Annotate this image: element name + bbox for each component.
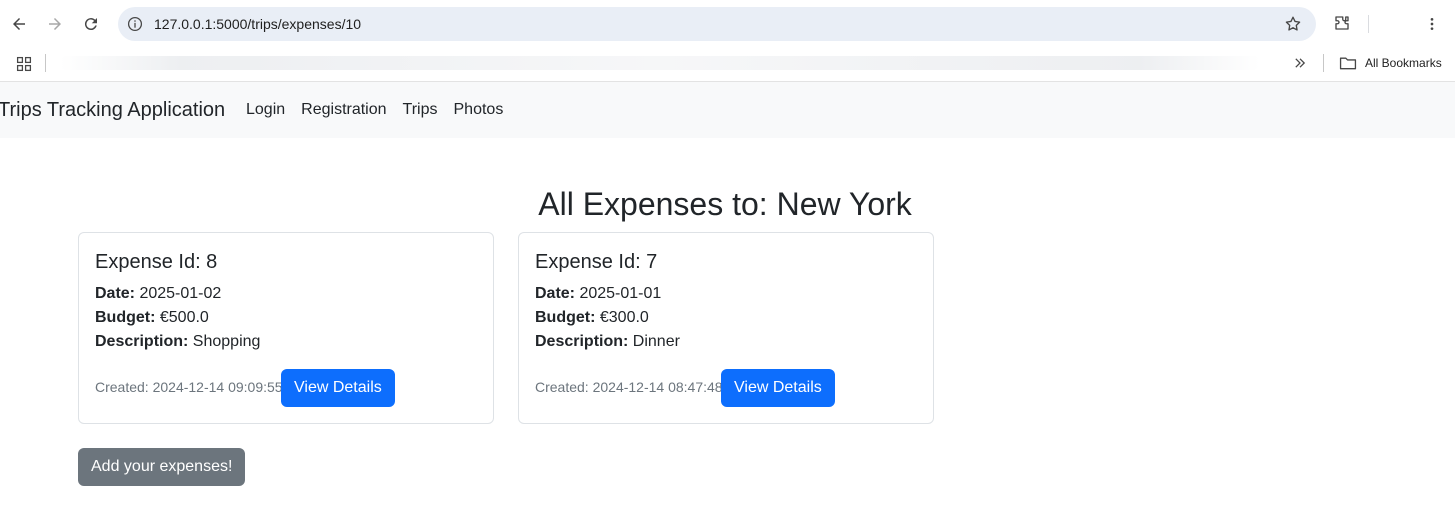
expense-card-title: Expense Id: 8 [95,251,218,273]
bookmarks-list-blurred [60,56,1260,70]
expense-created-timestamp: Created: 2024-12-14 09:09:55 [95,379,283,395]
expense-date-label: Date: [535,285,580,302]
all-bookmarks-label: All Bookmarks [1365,56,1442,70]
nav-links: Login Registration Trips Photos [246,101,503,119]
browser-toolbar: 127.0.0.1:5000/trips/expenses/10 [0,0,1455,48]
all-bookmarks-button[interactable]: All Bookmarks [1339,53,1442,73]
navbar-brand[interactable]: Trips Tracking Application [0,99,225,122]
page-title: All Expenses to: New York [538,186,912,222]
toolbar-divider [1368,15,1369,33]
view-details-button[interactable]: View Details [721,369,835,407]
bookmarks-divider [45,54,46,72]
double-chevron-right-icon[interactable] [1290,53,1310,73]
expense-date-value: 2025-01-01 [579,285,662,302]
expense-description-value: Dinner [632,333,680,350]
bookmark-star-icon[interactable] [1284,15,1302,33]
expense-budget: Budget: €500.0 [95,309,209,327]
nav-link-trips[interactable]: Trips [403,101,438,119]
folder-icon [1339,55,1357,71]
extensions-puzzle-icon[interactable] [1332,13,1352,33]
apps-grid-icon[interactable] [14,54,34,74]
more-menu-icon[interactable] [1422,13,1442,35]
expense-description-value: Shopping [192,333,261,350]
expense-date-label: Date: [95,285,140,302]
expense-description: Description: Shopping [95,333,260,351]
reload-icon[interactable] [79,12,103,36]
url-text[interactable]: 127.0.0.1:5000/trips/expenses/10 [154,16,361,32]
expense-created-timestamp: Created: 2024-12-14 08:47:48 [535,379,723,395]
expense-budget: Budget: €300.0 [535,309,649,327]
add-expenses-button[interactable]: Add your expenses! [78,448,246,486]
address-bar[interactable]: 127.0.0.1:5000/trips/expenses/10 [118,7,1316,41]
expense-budget-label: Budget: [95,309,160,326]
expense-budget-value: €300.0 [599,309,649,326]
expense-description-label: Description: [95,333,193,350]
expense-card: Expense Id: 7 Date: 2025-01-01 Budget: €… [518,232,934,424]
expense-date-value: 2025-01-02 [139,285,222,302]
expense-card: Expense Id: 8 Date: 2025-01-02 Budget: €… [78,232,494,424]
bookmarks-divider [1323,54,1324,72]
expense-budget-label: Budget: [535,309,600,326]
bookmarks-bar: All Bookmarks [0,48,1455,82]
expense-budget-value: €500.0 [159,309,209,326]
view-details-button[interactable]: View Details [281,369,395,407]
nav-link-registration[interactable]: Registration [301,101,386,119]
app-navbar: Trips Tracking Application Login Registr… [0,82,1455,138]
nav-link-login[interactable]: Login [246,101,285,119]
expense-date: Date: 2025-01-01 [535,285,661,303]
expense-description: Description: Dinner [535,333,680,351]
site-info-icon[interactable] [126,15,144,33]
nav-link-photos[interactable]: Photos [454,101,504,119]
expense-card-title: Expense Id: 7 [535,251,658,273]
back-arrow-icon[interactable] [7,12,31,36]
expense-description-label: Description: [535,333,633,350]
expense-date: Date: 2025-01-02 [95,285,221,303]
forward-arrow-icon[interactable] [43,12,67,36]
